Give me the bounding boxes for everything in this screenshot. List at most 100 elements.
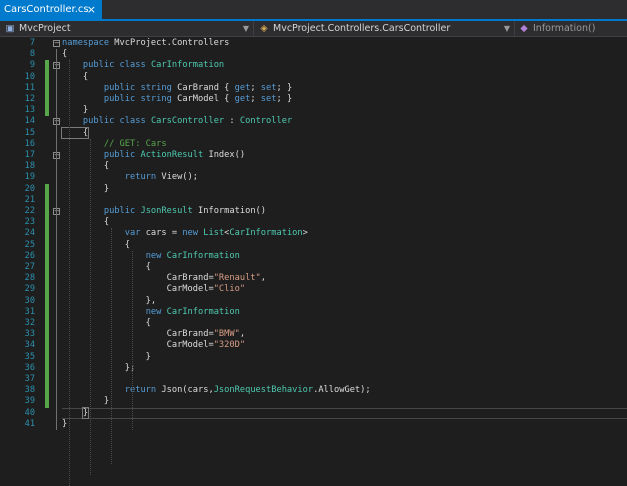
code-text: public JsonResult Information() — [103, 206, 267, 216]
line-number: 33 — [24, 329, 35, 340]
member-dropdown[interactable]: ◆ Information() — [518, 21, 627, 36]
code-editor[interactable]: 7−namespace MvcProject.Controllers8{9− p… — [0, 37, 627, 486]
code-line[interactable]: 9− public class CarInformation — [0, 60, 627, 72]
code-text: public string CarModel { get; set; } — [103, 94, 293, 104]
line-number: 29 — [24, 284, 35, 295]
code-line[interactable]: 21 — [0, 194, 627, 206]
change-indicator — [45, 340, 49, 352]
line-number: 15 — [24, 127, 35, 138]
line-number: 12 — [24, 94, 35, 104]
line-number: 10 — [24, 71, 35, 82]
code-line[interactable]: 33 CarBrand="BMW", — [0, 329, 627, 341]
code-line[interactable]: 23 { — [0, 217, 627, 229]
change-indicator — [45, 239, 49, 251]
line-number: 35 — [24, 351, 35, 362]
outline-line — [56, 49, 57, 430]
method-icon: ◆ — [520, 23, 528, 34]
line-number: 34 — [24, 340, 35, 351]
line-number: 21 — [24, 194, 35, 205]
change-indicator — [45, 385, 49, 397]
code-line[interactable]: 10 { — [0, 71, 627, 83]
code-line[interactable]: 39 } — [0, 396, 627, 408]
code-text: } — [62, 418, 68, 429]
project-dropdown[interactable]: ▣ MvcProject ▼ — [4, 21, 254, 36]
change-indicator — [45, 318, 49, 330]
line-number: 37 — [24, 374, 35, 384]
code-line[interactable]: 20 } — [0, 183, 627, 195]
code-text: public string CarBrand { get; set; } — [103, 82, 293, 93]
change-indicator — [45, 217, 49, 229]
close-icon[interactable]: × — [87, 0, 96, 19]
line-number: 20 — [24, 183, 35, 194]
code-text: { — [62, 239, 130, 250]
code-line[interactable]: 24 var cars = new List<CarInformation> — [0, 228, 627, 240]
change-indicator — [45, 262, 49, 274]
code-line[interactable]: 7 − namespace MvcProject.Controllers — [0, 38, 627, 49]
code-line[interactable]: 30 }, — [0, 295, 627, 307]
code-line[interactable]: 35 } — [0, 351, 627, 363]
change-indicator — [45, 194, 49, 206]
code-line[interactable]: 13 } — [0, 105, 627, 117]
indent-guide — [110, 228, 112, 464]
code-line[interactable]: 40 } — [0, 406, 627, 419]
code-text: CarBrand="Renault", — [62, 273, 266, 284]
code-text: public class CarsController : Controller — [82, 116, 293, 127]
code-line[interactable]: 8{ — [0, 49, 627, 60]
change-indicator — [45, 183, 49, 195]
code-line[interactable]: 29 CarModel="Clio" — [0, 284, 627, 296]
code-text: }; — [62, 362, 136, 373]
line-number: 30 — [24, 295, 35, 306]
line-number: 22 — [24, 206, 35, 216]
code-line[interactable]: 41} — [0, 419, 627, 430]
line-number: 19 — [24, 172, 35, 183]
code-line[interactable]: 17− public ActionResult Index() — [0, 150, 627, 161]
class-icon: ◈ — [260, 23, 268, 34]
code-line[interactable]: 19 return View(); — [0, 172, 627, 183]
change-indicator — [45, 71, 49, 83]
code-line[interactable]: 26 new CarInformation — [0, 250, 627, 262]
collapse-icon[interactable]: − — [53, 40, 60, 47]
code-line[interactable]: 25 { — [0, 239, 627, 251]
code-text: } — [62, 105, 89, 116]
code-line[interactable]: 32 { — [0, 318, 627, 330]
code-line[interactable]: 31 new CarInformation — [0, 306, 627, 318]
code-line[interactable]: 37 — [0, 374, 627, 386]
line-number: 11 — [24, 82, 35, 93]
line-number: 26 — [24, 250, 35, 261]
change-indicator — [45, 206, 49, 218]
code-line[interactable]: 16 // GET: Cars — [0, 139, 627, 150]
code-line[interactable]: 15 { — [0, 126, 627, 139]
code-text: { — [62, 49, 68, 60]
line-number: 7 — [29, 38, 35, 48]
line-number: 32 — [24, 318, 35, 328]
chevron-down-icon: ▼ — [503, 24, 510, 33]
indent-guide — [131, 250, 133, 430]
code-text: public class CarInformation — [82, 60, 225, 71]
code-line[interactable]: 22− public JsonResult Information() — [0, 206, 627, 218]
code-text: { — [62, 71, 89, 82]
change-indicator — [45, 351, 49, 363]
line-number: 24 — [24, 228, 35, 239]
line-number: 38 — [24, 385, 35, 396]
line-number: 17 — [24, 150, 35, 160]
chevron-down-icon: ▼ — [242, 24, 249, 33]
tab-carscontroller[interactable]: CarsController.cs × — [0, 0, 102, 19]
code-line[interactable]: 27 { — [0, 262, 627, 274]
change-indicator — [45, 374, 49, 386]
code-line[interactable]: 12 public string CarModel { get; set; } — [0, 94, 627, 106]
csharp-project-icon: ▣ — [5, 23, 15, 34]
class-dropdown-label: MvcProject.Controllers.CarsController — [273, 23, 451, 34]
change-indicator — [45, 82, 49, 94]
line-number: 14 — [24, 116, 35, 127]
code-line[interactable]: 38 return Json(cars,JsonRequestBehavior.… — [0, 385, 627, 397]
line-number: 8 — [29, 49, 35, 60]
code-text: return Json(cars,JsonRequestBehavior.All… — [124, 385, 371, 396]
code-line[interactable]: 11 public string CarBrand { get; set; } — [0, 82, 627, 94]
code-line[interactable]: 36 }; — [0, 362, 627, 374]
code-line[interactable]: 14− public class CarsController : Contro… — [0, 116, 627, 127]
class-dropdown[interactable]: ◈ MvcProject.Controllers.CarsController ▼ — [258, 21, 515, 36]
code-line[interactable]: 34 CarModel="320D" — [0, 340, 627, 352]
code-line[interactable]: 18 { — [0, 161, 627, 172]
code-line[interactable]: 28 CarBrand="Renault", — [0, 273, 627, 285]
code-text: { — [62, 318, 151, 328]
